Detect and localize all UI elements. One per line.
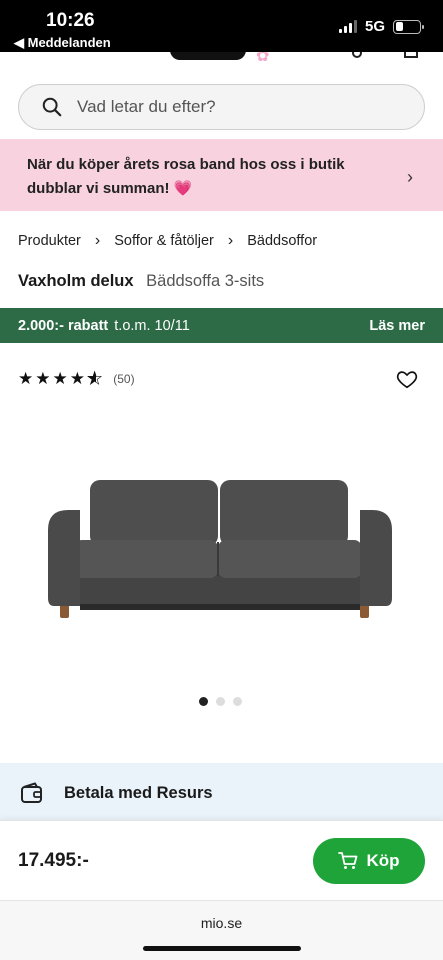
breadcrumb-item-soffor[interactable]: Soffor & fåtöljer <box>114 233 214 249</box>
network-label: 5G <box>364 18 385 35</box>
battery-icon <box>393 19 424 34</box>
star-icon: ★ <box>35 369 52 388</box>
product-price: 17.495:- <box>18 850 89 871</box>
breadcrumb: Produkter › Soffor & fåtöljer › Bäddsoff… <box>18 232 317 250</box>
product-rating[interactable]: ★ ★ ★ ★ ★ (50) <box>18 369 135 389</box>
payment-option[interactable]: Betala med Resurs <box>0 763 443 823</box>
promo-banner[interactable]: När du köper årets rosa band hos oss i b… <box>0 139 443 211</box>
cart-icon <box>338 852 358 869</box>
home-indicator[interactable] <box>143 946 301 951</box>
site-header: ✿ <box>0 52 443 72</box>
search-input[interactable]: Vad letar du efter? <box>18 84 425 130</box>
search-placeholder: Vad letar du efter? <box>77 97 216 116</box>
pink-ribbon-icon: ✿ <box>256 52 270 65</box>
account-icon[interactable] <box>352 52 362 58</box>
carousel-dot[interactable] <box>233 697 242 706</box>
browser-url-bar[interactable]: mio.se <box>0 900 443 960</box>
product-subtitle: Bäddsoffa 3-sits <box>146 272 265 290</box>
product-name: Vaxholm delux <box>18 272 134 290</box>
buy-button-label: Köp <box>366 851 400 870</box>
rating-stars: ★ ★ ★ ★ ★ <box>18 369 103 389</box>
promo-text: När du köper årets rosa band hos oss i b… <box>27 156 345 197</box>
back-to-app-link[interactable]: ◀ Meddelanden <box>14 35 111 51</box>
signal-icon <box>338 20 357 33</box>
wallet-icon <box>21 782 42 803</box>
clock: 10:26 <box>46 10 95 31</box>
star-icon: ★ <box>52 369 69 388</box>
payment-label: Betala med Resurs <box>64 783 213 802</box>
url-text: mio.se <box>200 915 243 931</box>
breadcrumb-item-produkter[interactable]: Produkter <box>18 233 81 249</box>
chevron-right-icon: › <box>227 232 234 249</box>
discount-amount: 2.000:- rabatt <box>18 317 109 334</box>
search-icon <box>42 97 62 117</box>
breadcrumb-item-baddsoffor[interactable]: Bäddsoffor <box>247 233 317 249</box>
carousel-dot[interactable] <box>199 697 208 706</box>
star-icon: ★ <box>18 369 35 388</box>
star-icon: ★ <box>69 369 86 388</box>
buy-button[interactable]: Köp <box>313 838 425 884</box>
product-title: Vaxholm delux Bäddsoffa 3-sits <box>18 272 264 291</box>
status-bar: 10:26 ◀ Meddelanden 5G <box>0 0 443 52</box>
half-star-icon: ★ <box>87 369 104 389</box>
buy-bar: 17.495:- Köp <box>0 820 443 900</box>
chevron-right-icon: › <box>94 232 101 249</box>
read-more-link[interactable]: Läs mer <box>369 318 425 334</box>
status-icons: 5G <box>338 18 424 35</box>
discount-until: t.o.m. 10/11 <box>114 317 190 334</box>
cart-icon[interactable] <box>404 52 418 58</box>
carousel-dot[interactable] <box>216 697 225 706</box>
discount-bar[interactable]: 2.000:- rabatt t.o.m. 10/11 Läs mer <box>0 308 443 343</box>
logo[interactable] <box>170 52 246 60</box>
heart-icon[interactable] <box>396 368 418 390</box>
product-image[interactable] <box>40 470 400 630</box>
image-carousel-dots[interactable] <box>199 697 242 706</box>
review-count: (50) <box>113 372 135 386</box>
chevron-right-icon: › <box>407 167 413 187</box>
